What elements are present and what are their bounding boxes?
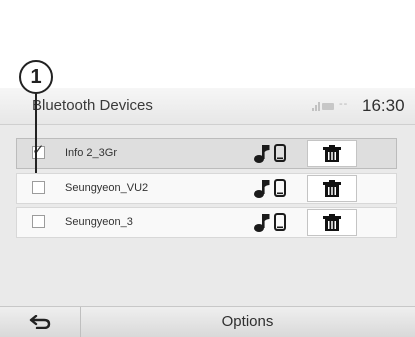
music-note-icon bbox=[254, 145, 270, 163]
device-row[interactable]: Seungyeon_VU2 bbox=[16, 173, 397, 204]
checkmark-icon: ✓ bbox=[32, 142, 45, 159]
device-name: Info 2_3Gr bbox=[65, 147, 117, 159]
trash-icon bbox=[323, 145, 341, 162]
device-profile-icons bbox=[254, 211, 294, 240]
device-name: Seungyeon_VU2 bbox=[65, 182, 149, 194]
callout-leader-line bbox=[35, 93, 37, 173]
device-row[interactable]: ✓ Info 2_3Gr bbox=[16, 138, 397, 169]
phone-icon bbox=[274, 213, 286, 231]
device-name: Seungyeon_3 bbox=[65, 216, 133, 228]
options-button[interactable]: Options bbox=[80, 313, 415, 330]
clock: 16:30 bbox=[362, 96, 405, 115]
music-note-icon bbox=[254, 180, 270, 198]
phone-battery-icon bbox=[322, 103, 334, 110]
page-title: Bluetooth Devices bbox=[32, 97, 153, 114]
phone-icon bbox=[274, 144, 286, 162]
status-bar: Bluetooth Devices -- 16:30 bbox=[0, 88, 415, 125]
trash-icon bbox=[323, 180, 341, 197]
bluetooth-devices-screen: Bluetooth Devices -- 16:30 ✓ Info 2_3Gr bbox=[0, 88, 415, 337]
delete-device-button[interactable] bbox=[307, 209, 357, 236]
network-status: -- bbox=[339, 98, 349, 110]
signal-strength-icon bbox=[312, 102, 320, 111]
device-profile-icons bbox=[254, 142, 294, 171]
trash-icon bbox=[323, 214, 341, 231]
device-checkbox[interactable]: ✓ bbox=[32, 142, 45, 159]
phone-icon bbox=[274, 179, 286, 197]
delete-device-button[interactable] bbox=[307, 175, 357, 202]
bottom-bar: Options bbox=[0, 306, 415, 337]
device-profile-icons bbox=[254, 177, 294, 206]
device-checkbox[interactable] bbox=[32, 181, 45, 194]
music-note-icon bbox=[254, 214, 270, 232]
delete-device-button[interactable] bbox=[307, 140, 357, 167]
device-checkbox[interactable] bbox=[32, 215, 45, 228]
back-button[interactable] bbox=[0, 307, 81, 337]
back-arrow-icon bbox=[29, 315, 51, 329]
device-row[interactable]: Seungyeon_3 bbox=[16, 207, 397, 238]
callout-number: 1 bbox=[19, 60, 53, 94]
